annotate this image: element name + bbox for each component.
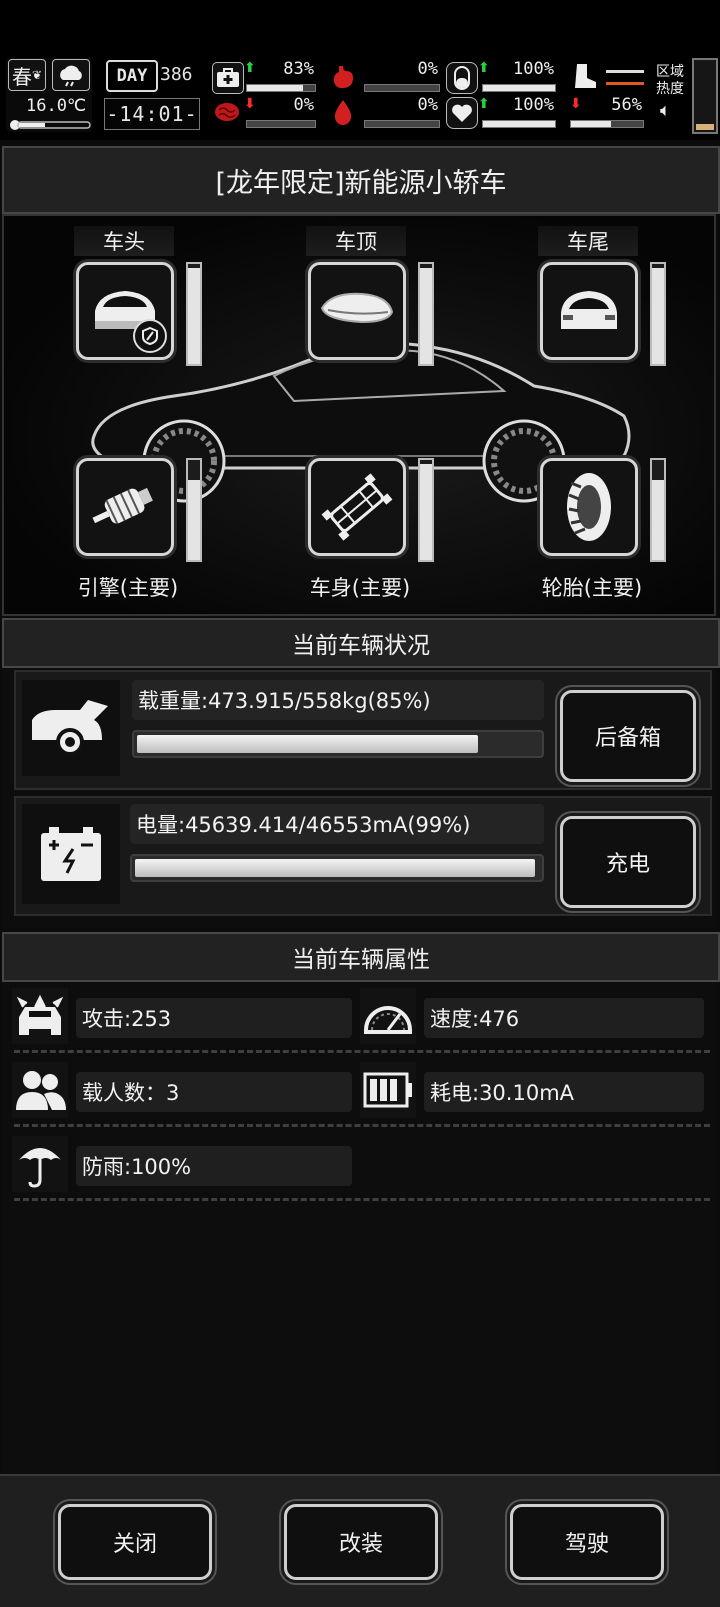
power-text: 电量:45639.414/46553mA(99%) bbox=[130, 804, 544, 844]
divider bbox=[14, 1198, 710, 1201]
cloudy-weather-icon bbox=[52, 59, 90, 91]
boots-trend-down-icon: ⬇ bbox=[570, 96, 582, 112]
spiked-car-icon bbox=[12, 988, 68, 1044]
modify-button[interactable]: 改装 bbox=[284, 1504, 438, 1580]
zone-heat-meter bbox=[692, 58, 718, 134]
slot-rear[interactable] bbox=[540, 262, 638, 360]
heart-bar bbox=[482, 120, 556, 128]
season-weather-group: 春 ❦ 16.0℃ bbox=[6, 58, 92, 132]
slot-engine[interactable] bbox=[76, 458, 174, 556]
durability-bar-rear bbox=[650, 262, 666, 366]
rainproof-text: 防雨:100% bbox=[76, 1146, 352, 1186]
thirst-value: 0% bbox=[417, 95, 438, 115]
vehicle-parts-panel: 车头 车顶 车尾 引擎(主要) 车身(主要) 轮胎(主要) bbox=[2, 214, 716, 616]
brain-icon bbox=[212, 97, 242, 127]
slot-label-tire: 轮胎(主要) bbox=[541, 576, 643, 600]
consumption-text: 耗电:30.10mA bbox=[424, 1072, 704, 1112]
zone-heat-label: 区域 热度 bbox=[656, 64, 684, 98]
health-value: 83% bbox=[283, 59, 314, 79]
battery-icon bbox=[22, 804, 120, 904]
durability-bar-roof bbox=[418, 262, 434, 366]
water-drop-icon bbox=[328, 97, 358, 127]
divider bbox=[14, 1124, 710, 1127]
people-icon bbox=[12, 1062, 68, 1118]
boot-icon bbox=[568, 60, 602, 92]
tire-icon bbox=[567, 473, 611, 541]
chassis-icon bbox=[321, 473, 393, 541]
stomach-icon bbox=[328, 62, 358, 92]
status-panel: 载重量:473.915/558kg(85%) 后备箱 电量:45639.414/… bbox=[2, 668, 716, 928]
season-badge: 春 ❦ bbox=[8, 59, 46, 91]
zone-heat-label-line1: 区域 bbox=[656, 64, 684, 80]
stamina-value: 100% bbox=[513, 59, 554, 79]
first-aid-icon bbox=[212, 62, 244, 94]
pill-icon bbox=[446, 62, 478, 94]
heart-icon bbox=[446, 97, 478, 129]
sanity-value: 0% bbox=[293, 95, 314, 115]
attributes-section-title: 当前车辆属性 bbox=[292, 947, 430, 973]
umbrella-icon bbox=[12, 1136, 68, 1192]
drive-button[interactable]: 驾驶 bbox=[510, 1504, 664, 1580]
speaker-icon[interactable]: 🔈︎ bbox=[660, 100, 671, 121]
footer-bar: 关闭 改装 驾驶 bbox=[0, 1474, 720, 1607]
day-counter: 386 bbox=[160, 64, 193, 85]
attributes-panel: 攻击:253 速度:476 载人数：3 耗电:30.10mA 防雨:100% bbox=[2, 982, 716, 1474]
status-section-header: 当前车辆状况 bbox=[2, 618, 720, 668]
speedometer-icon bbox=[360, 988, 416, 1044]
load-progress-bar bbox=[132, 730, 544, 758]
battery-level-icon bbox=[360, 1062, 416, 1118]
heart-value: 100% bbox=[513, 95, 554, 115]
power-progress-bar bbox=[130, 854, 544, 882]
slot-label-roof: 车顶 bbox=[306, 226, 406, 256]
engine-icon bbox=[92, 487, 153, 525]
attributes-section-header: 当前车辆属性 bbox=[2, 932, 720, 982]
hunger-value: 0% bbox=[417, 59, 438, 79]
status-section-title: 当前车辆状况 bbox=[292, 633, 430, 659]
durability-bar-engine bbox=[186, 458, 202, 562]
passengers-text: 载人数：3 bbox=[76, 1072, 352, 1112]
stamina-bar bbox=[482, 84, 556, 92]
day-label: DAY bbox=[106, 60, 158, 92]
hunger-bar bbox=[364, 84, 440, 92]
status-bar: 春 ❦ 16.0℃ DAY 386 -14:01- ⬆ 83% ⬇ 0% 0% … bbox=[0, 0, 720, 140]
temperature-value: 16.0℃ bbox=[26, 96, 87, 116]
slot-front[interactable] bbox=[76, 262, 174, 360]
slot-roof[interactable] bbox=[308, 262, 406, 360]
speed-text: 速度:476 bbox=[424, 998, 704, 1038]
day-time-group: DAY 386 -14:01- bbox=[104, 58, 200, 132]
roof-box-icon bbox=[320, 292, 394, 324]
season-label: 春 bbox=[11, 64, 32, 89]
durability-bar-tire bbox=[650, 458, 666, 562]
slot-label-body: 车身(主要) bbox=[309, 576, 411, 600]
boots-value: 56% bbox=[611, 95, 642, 115]
car-rear-icon bbox=[561, 291, 617, 329]
slot-label-engine: 引擎(主要) bbox=[77, 576, 179, 600]
slot-body[interactable] bbox=[308, 458, 406, 556]
slot-tire[interactable] bbox=[540, 458, 638, 556]
vehicle-title-bar: [龙年限定]新能源小轿车 bbox=[2, 146, 720, 214]
sanity-bar bbox=[246, 120, 316, 128]
slot-label-rear: 车尾 bbox=[538, 226, 638, 256]
trunk-button[interactable]: 后备箱 bbox=[560, 690, 696, 782]
thermometer-icon bbox=[8, 116, 92, 130]
shield-icon bbox=[133, 319, 167, 353]
car-trunk-icon bbox=[22, 680, 120, 776]
thirst-bar bbox=[364, 120, 440, 128]
zone-heat-label-line2: 热度 bbox=[656, 81, 684, 97]
close-button[interactable]: 关闭 bbox=[58, 1504, 212, 1580]
vehicle-title: [龙年限定]新能源小轿车 bbox=[215, 167, 507, 199]
boots-line-1 bbox=[606, 70, 644, 73]
durability-bar-body bbox=[418, 458, 434, 562]
attack-text: 攻击:253 bbox=[76, 998, 352, 1038]
slot-label-front: 车头 bbox=[74, 226, 174, 256]
durability-bar-front bbox=[186, 262, 202, 366]
charge-button[interactable]: 充电 bbox=[560, 816, 696, 908]
load-text: 载重量:473.915/558kg(85%) bbox=[132, 680, 544, 720]
leaf-icon: ❦ bbox=[31, 68, 43, 82]
health-bar bbox=[246, 84, 316, 92]
boots-bar bbox=[570, 120, 644, 128]
clock-time: -14:01- bbox=[104, 98, 200, 130]
divider bbox=[14, 1050, 710, 1053]
boots-line-2 bbox=[606, 82, 644, 85]
